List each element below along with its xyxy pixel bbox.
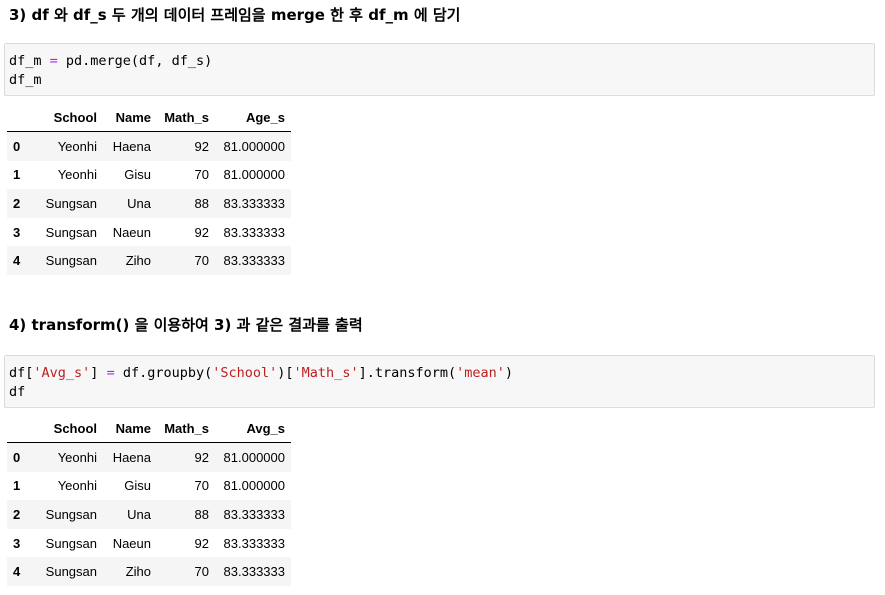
code-line: df_m [9,72,42,88]
dataframe-output-merge: School Name Math_s Age_s 0 Yeonhi Haena 92 8… [7,103,291,275]
table-cell: Sungsan [45,224,97,240]
table-cell: Haena [112,138,151,154]
table-cell: Una [127,195,151,211]
column-header: Math_s [157,103,215,132]
row-index: 2 [13,195,21,211]
table-cell: Gisu [124,167,151,183]
table-cell: Naeun [112,224,151,240]
table-header-row: School Name Math_s Age_s [7,103,291,132]
table-cell: Ziho [125,253,151,269]
index-header [7,414,36,443]
code-string: 'Avg_s' [33,365,91,381]
code-operator: = [49,53,58,69]
code-cell-transform[interactable]: df['Avg_s'] = df.groupby('School')['Math… [4,355,875,408]
table-cell: 92 [194,535,209,551]
row-index: 3 [13,224,21,240]
table-row: 0 Yeonhi Haena 92 81.000000 [7,442,291,472]
table-cell: 83.333333 [223,535,285,551]
code-string: 'School' [212,365,278,381]
code-cell-merge[interactable]: df_m = pd.merge(df, df_s) df_m [4,43,875,96]
table-row: 2 Sungsan Una 88 83.333333 [7,500,291,529]
column-header: Age_s [215,103,291,132]
table-row: 2 Sungsan Una 88 83.333333 [7,189,291,218]
table-row: 3 Sungsan Naeun 92 83.333333 [7,218,291,247]
dataframe-output-transform: School Name Math_s Avg_s 0 Yeonhi Haena 92 8… [7,414,291,586]
row-index: 0 [13,138,21,154]
table-row: 4 Sungsan Ziho 70 83.333333 [7,557,291,586]
table-cell: 70 [194,478,209,494]
table-cell: 88 [194,506,209,522]
column-header: Avg_s [215,414,291,443]
table-row: 3 Sungsan Naeun 92 83.333333 [7,529,291,558]
table-row: 1 Yeonhi Gisu 70 81.000000 [7,161,291,190]
table-cell: Una [127,506,151,522]
table-cell: 92 [194,449,209,465]
code-text: ] [90,365,107,381]
column-header: Name [103,103,157,132]
table-cell: 92 [194,224,209,240]
index-header [7,103,36,132]
code-operator: = [106,365,115,381]
table-cell: Sungsan [45,253,97,269]
table-cell: 70 [194,564,209,580]
table-cell: Sungsan [45,195,97,211]
table-cell: Naeun [112,535,151,551]
table-cell: 83.333333 [223,253,285,269]
table-cell: Sungsan [45,564,97,580]
code-text: df[ [9,365,34,381]
table-cell: 83.333333 [223,506,285,522]
table-cell: 81.000000 [223,478,285,494]
table-cell: Yeonhi [57,449,97,465]
row-index: 4 [13,564,21,580]
table-cell: Yeonhi [57,138,97,154]
section-3-heading: 3) df 와 df_s 두 개의 데이터 프레임을 merge 한 후 df_… [9,6,461,24]
row-index: 0 [13,449,21,465]
table-cell: 83.333333 [223,564,285,580]
code-line: df_m = pd.merge(df, df_s) [9,52,874,71]
code-string: 'Math_s' [293,365,359,381]
table-cell: Yeonhi [57,478,97,494]
column-header: Name [103,414,157,443]
code-line: df [9,384,26,400]
code-text: pd.merge(df, df_s) [57,53,213,69]
row-index: 1 [13,167,21,183]
column-header: School [36,103,103,132]
table-cell: Gisu [124,478,151,494]
table-cell: 92 [194,138,209,154]
table-cell: 81.000000 [223,167,285,183]
column-header: School [36,414,103,443]
table-cell: Sungsan [45,506,97,522]
column-header: Math_s [157,414,215,443]
table-cell: Haena [112,449,151,465]
code-line: df['Avg_s'] = df.groupby('School')['Math… [9,364,874,383]
table-cell: Yeonhi [57,167,97,183]
table-row: 0 Yeonhi Haena 92 81.000000 [7,131,291,161]
code-text: df_m [9,53,50,69]
section-4-heading: 4) transform() 을 이용하여 3) 과 같은 결과를 출력 [9,316,363,334]
table-cell: 88 [194,195,209,211]
table-cell: 70 [194,253,209,269]
code-text: df.groupby( [114,365,213,381]
code-text: )[ [277,365,294,381]
row-index: 1 [13,478,21,494]
table-row: 4 Sungsan Ziho 70 83.333333 [7,246,291,275]
table-row: 1 Yeonhi Gisu 70 81.000000 [7,472,291,501]
row-index: 4 [13,253,21,269]
row-index: 3 [13,535,21,551]
table-cell: Ziho [125,564,151,580]
code-string: 'mean' [456,365,505,381]
table-cell: Sungsan [45,535,97,551]
row-index: 2 [13,506,21,522]
table-cell: 83.333333 [223,195,285,211]
code-text: ].transform( [358,365,457,381]
table-cell: 81.000000 [223,449,285,465]
table-header-row: School Name Math_s Avg_s [7,414,291,443]
table-cell: 81.000000 [223,138,285,154]
code-text: ) [504,365,514,381]
table-cell: 83.333333 [223,224,285,240]
table-cell: 70 [194,167,209,183]
